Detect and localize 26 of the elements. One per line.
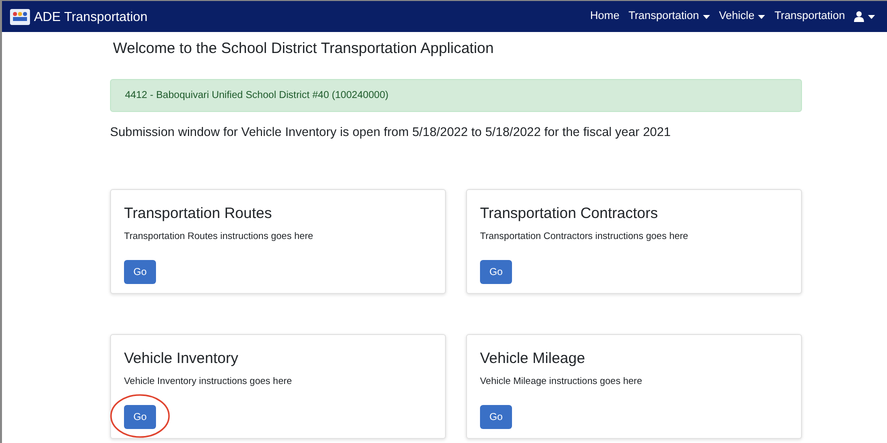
caret-icon — [702, 14, 710, 18]
card-title: Transportation Contractors — [480, 204, 659, 224]
card-text: Vehicle Inventory instructions goes here — [124, 375, 293, 390]
card-title: Vehicle Mileage — [480, 349, 586, 370]
card-text: Transportation Routes instructions goes here — [124, 230, 314, 244]
nav-dropdown[interactable]: Transportation — [628, 8, 710, 25]
nav-dropdown[interactable]: Vehicle — [718, 8, 766, 25]
go-button[interactable]: Go — [480, 260, 512, 284]
submission-notice: Submission window for Vehicle Inventory is open from 5/18/2022 to 5/18/2022 for the fiscal year 2021 — [110, 124, 672, 141]
user-menu[interactable] — [854, 11, 875, 22]
district-alert: 4412 - Baboquivari Unified School District #40 (100240000) — [110, 78, 802, 112]
card-title: Vehicle Inventory — [124, 349, 240, 370]
card-title: Transportation Routes — [124, 204, 273, 224]
user-icon — [854, 11, 864, 22]
caret-icon — [868, 14, 875, 18]
brand-title[interactable]: ADE Transportation — [34, 6, 148, 26]
nav-link[interactable]: Home — [590, 8, 620, 25]
go-button[interactable]: Go — [480, 405, 512, 429]
go-button[interactable]: Go — [124, 405, 156, 429]
card-text: Vehicle Mileage instructions goes here — [480, 375, 644, 390]
go-button[interactable]: Go — [124, 260, 156, 284]
caret-icon — [758, 14, 766, 18]
logo-icon — [10, 8, 30, 24]
card-text: Transportation Contractors instructions goes here — [480, 230, 690, 244]
nav-link[interactable]: Transportation — [774, 8, 845, 25]
page-heading: Welcome to the School District Transportation Application — [113, 39, 495, 59]
